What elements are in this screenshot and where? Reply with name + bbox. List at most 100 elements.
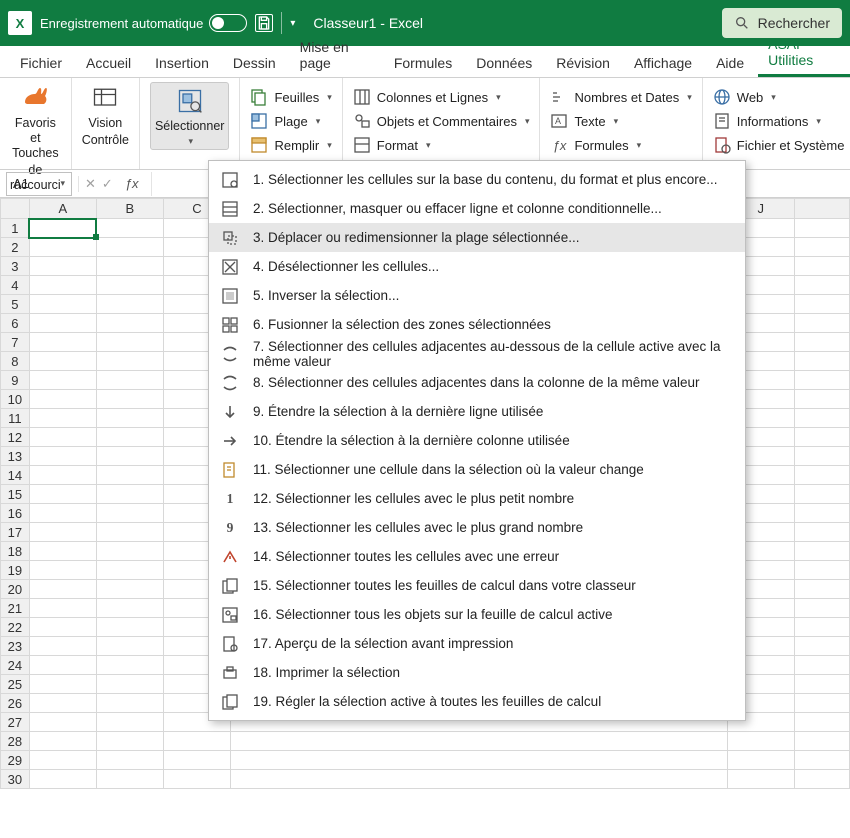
tab-asap-utilities[interactable]: ASAP Utilities	[758, 30, 850, 77]
row-header[interactable]: 14	[1, 466, 30, 485]
row-header[interactable]: 16	[1, 504, 30, 523]
cell[interactable]	[96, 751, 163, 770]
cell[interactable]	[96, 599, 163, 618]
fx-icon[interactable]: ƒx	[125, 176, 139, 191]
row-header[interactable]: 19	[1, 561, 30, 580]
cell[interactable]	[29, 466, 96, 485]
menu-item-9[interactable]: 9. Étendre la sélection à la dernière li…	[209, 397, 745, 426]
cell[interactable]	[230, 732, 727, 751]
cell[interactable]	[29, 276, 96, 295]
cell[interactable]	[29, 637, 96, 656]
cell[interactable]	[29, 219, 96, 238]
cell[interactable]	[96, 333, 163, 352]
menu-item-16[interactable]: 16. Sélectionner tous les objets sur la …	[209, 600, 745, 629]
cell[interactable]	[727, 732, 794, 751]
cell[interactable]	[29, 599, 96, 618]
cell[interactable]	[29, 580, 96, 599]
cell[interactable]	[794, 732, 849, 751]
cell[interactable]	[794, 751, 849, 770]
cell[interactable]	[163, 770, 230, 789]
cell[interactable]	[96, 580, 163, 599]
cell[interactable]	[96, 675, 163, 694]
row-header[interactable]: 10	[1, 390, 30, 409]
cell[interactable]	[29, 618, 96, 637]
menu-item-10[interactable]: 10. Étendre la sélection à la dernière c…	[209, 426, 745, 455]
cell[interactable]	[794, 504, 849, 523]
row-header[interactable]: 27	[1, 713, 30, 732]
feuilles-button[interactable]: Feuilles▾	[250, 88, 331, 106]
autosave-toggle[interactable]: Enregistrement automatique	[40, 14, 247, 32]
nombres-button[interactable]: Nombres et Dates▾	[550, 88, 691, 106]
cell[interactable]	[96, 409, 163, 428]
cell[interactable]	[29, 409, 96, 428]
cell[interactable]	[794, 694, 849, 713]
cell[interactable]	[794, 542, 849, 561]
qat-customize-icon[interactable]: ▾	[290, 18, 295, 29]
cell[interactable]	[29, 390, 96, 409]
chevron-down-icon[interactable]: ▾	[60, 178, 65, 189]
menu-item-14[interactable]: 14. Sélectionner toutes les cellules ave…	[209, 542, 745, 571]
cell[interactable]	[727, 751, 794, 770]
cell[interactable]	[96, 428, 163, 447]
plage-button[interactable]: Plage▾	[250, 112, 331, 130]
tab-data[interactable]: Données	[466, 49, 542, 77]
cell[interactable]	[29, 447, 96, 466]
cell[interactable]	[29, 333, 96, 352]
sheet-row[interactable]: 30	[1, 770, 850, 789]
formules-button[interactable]: ƒxFormules▾	[550, 136, 691, 154]
row-header[interactable]: 24	[1, 656, 30, 675]
cell[interactable]	[96, 542, 163, 561]
cell[interactable]	[96, 466, 163, 485]
cell[interactable]	[794, 656, 849, 675]
cell[interactable]	[29, 523, 96, 542]
cell[interactable]	[96, 713, 163, 732]
row-header[interactable]: 18	[1, 542, 30, 561]
cell[interactable]	[96, 238, 163, 257]
row-header[interactable]: 1	[1, 219, 30, 238]
cell[interactable]	[794, 257, 849, 276]
cell[interactable]	[29, 352, 96, 371]
cell[interactable]	[96, 637, 163, 656]
cell[interactable]	[727, 770, 794, 789]
row-header[interactable]: 20	[1, 580, 30, 599]
cell[interactable]	[794, 276, 849, 295]
informations-button[interactable]: Informations▾	[713, 112, 850, 130]
cell[interactable]	[794, 428, 849, 447]
format-button[interactable]: Format▾	[353, 136, 530, 154]
cell[interactable]	[96, 276, 163, 295]
cell[interactable]	[794, 637, 849, 656]
cell[interactable]	[794, 333, 849, 352]
cell[interactable]	[29, 257, 96, 276]
tab-layout[interactable]: Mise en page	[290, 33, 380, 77]
objets-button[interactable]: Objets et Commentaires▾	[353, 112, 530, 130]
fichier-sys-button[interactable]: Fichier et Système▾	[713, 136, 850, 154]
cell[interactable]	[96, 257, 163, 276]
cell[interactable]	[29, 751, 96, 770]
cell[interactable]	[794, 295, 849, 314]
row-header[interactable]: 2	[1, 238, 30, 257]
cell[interactable]	[96, 219, 163, 238]
cell[interactable]	[794, 618, 849, 637]
cell[interactable]	[230, 770, 727, 789]
cell[interactable]	[29, 485, 96, 504]
row-header[interactable]: 21	[1, 599, 30, 618]
menu-item-5[interactable]: 5. Inverser la sélection...	[209, 281, 745, 310]
save-icon[interactable]	[255, 14, 273, 32]
cell[interactable]	[794, 485, 849, 504]
row-header[interactable]: 5	[1, 295, 30, 314]
cell[interactable]	[96, 523, 163, 542]
sheet-row[interactable]: 29	[1, 751, 850, 770]
cell[interactable]	[29, 770, 96, 789]
cell[interactable]	[163, 751, 230, 770]
row-header[interactable]: 26	[1, 694, 30, 713]
name-box[interactable]: A1 ▾	[6, 172, 72, 196]
cancel-icon[interactable]: ✕	[85, 176, 96, 192]
row-header[interactable]: 12	[1, 428, 30, 447]
cell[interactable]	[96, 390, 163, 409]
menu-item-7[interactable]: 7. Sélectionner des cellules adjacentes …	[209, 339, 745, 368]
cell[interactable]	[96, 656, 163, 675]
cell[interactable]	[29, 371, 96, 390]
menu-item-11[interactable]: 11. Sélectionner une cellule dans la sél…	[209, 455, 745, 484]
cell[interactable]	[96, 352, 163, 371]
row-header[interactable]: 23	[1, 637, 30, 656]
